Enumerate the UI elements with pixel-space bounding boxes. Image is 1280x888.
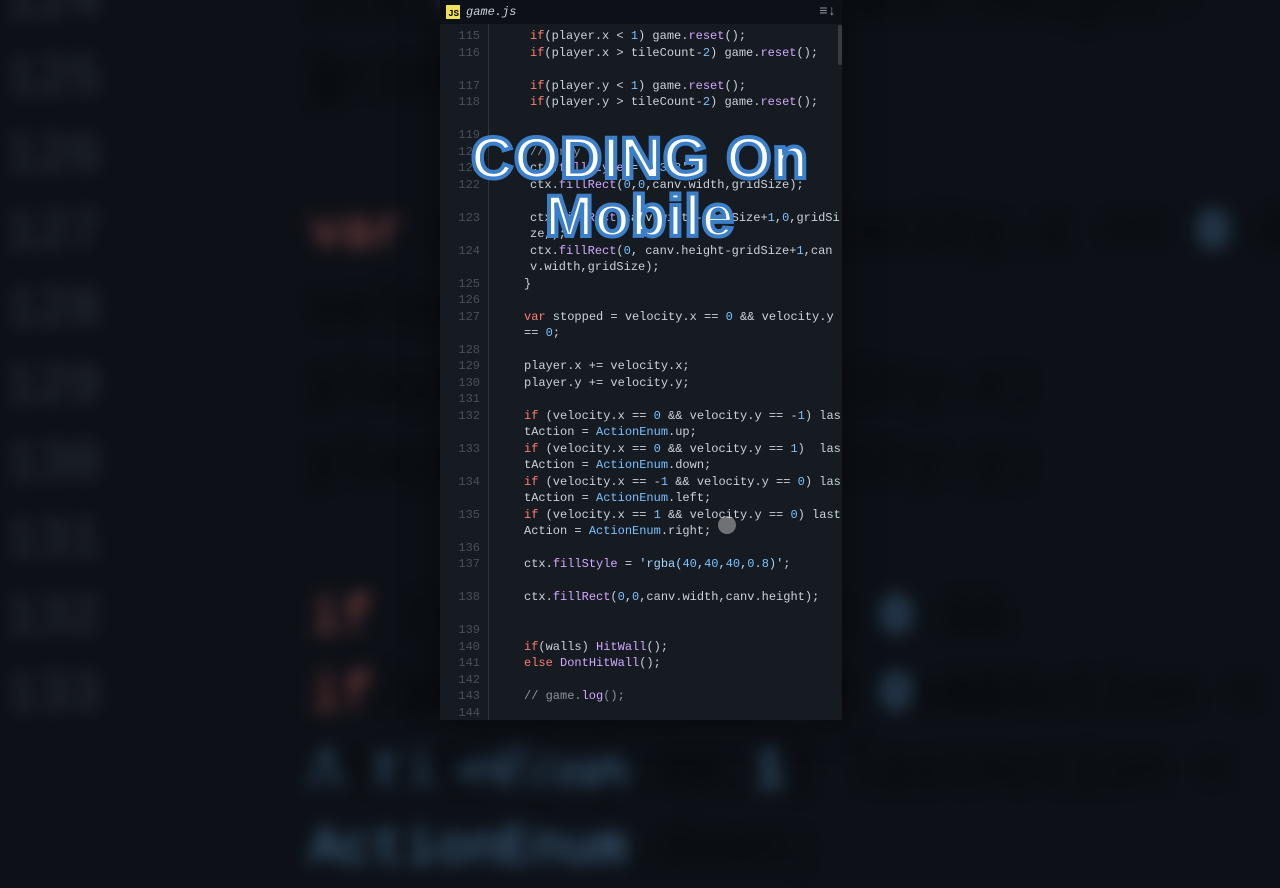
scrollbar-thumb[interactable] bbox=[838, 25, 842, 65]
mobile-editor-panel: JS game.js ≡↓ 11511611711811912012112212… bbox=[440, 0, 842, 720]
code-content[interactable]: if(player.x < 1) game.reset();if(player.… bbox=[502, 24, 842, 720]
file-tab-label: game.js bbox=[466, 5, 516, 19]
js-file-icon: JS bbox=[446, 5, 460, 19]
sort-icon[interactable]: ≡↓ bbox=[819, 4, 836, 20]
line-number-gutter: 1151161171181191201211221231241251261271… bbox=[440, 24, 488, 720]
file-tab[interactable]: JS game.js bbox=[446, 5, 516, 19]
tab-bar: JS game.js ≡↓ bbox=[440, 0, 842, 24]
code-editor[interactable]: 1151161171181191201211221231241251261271… bbox=[440, 24, 842, 720]
